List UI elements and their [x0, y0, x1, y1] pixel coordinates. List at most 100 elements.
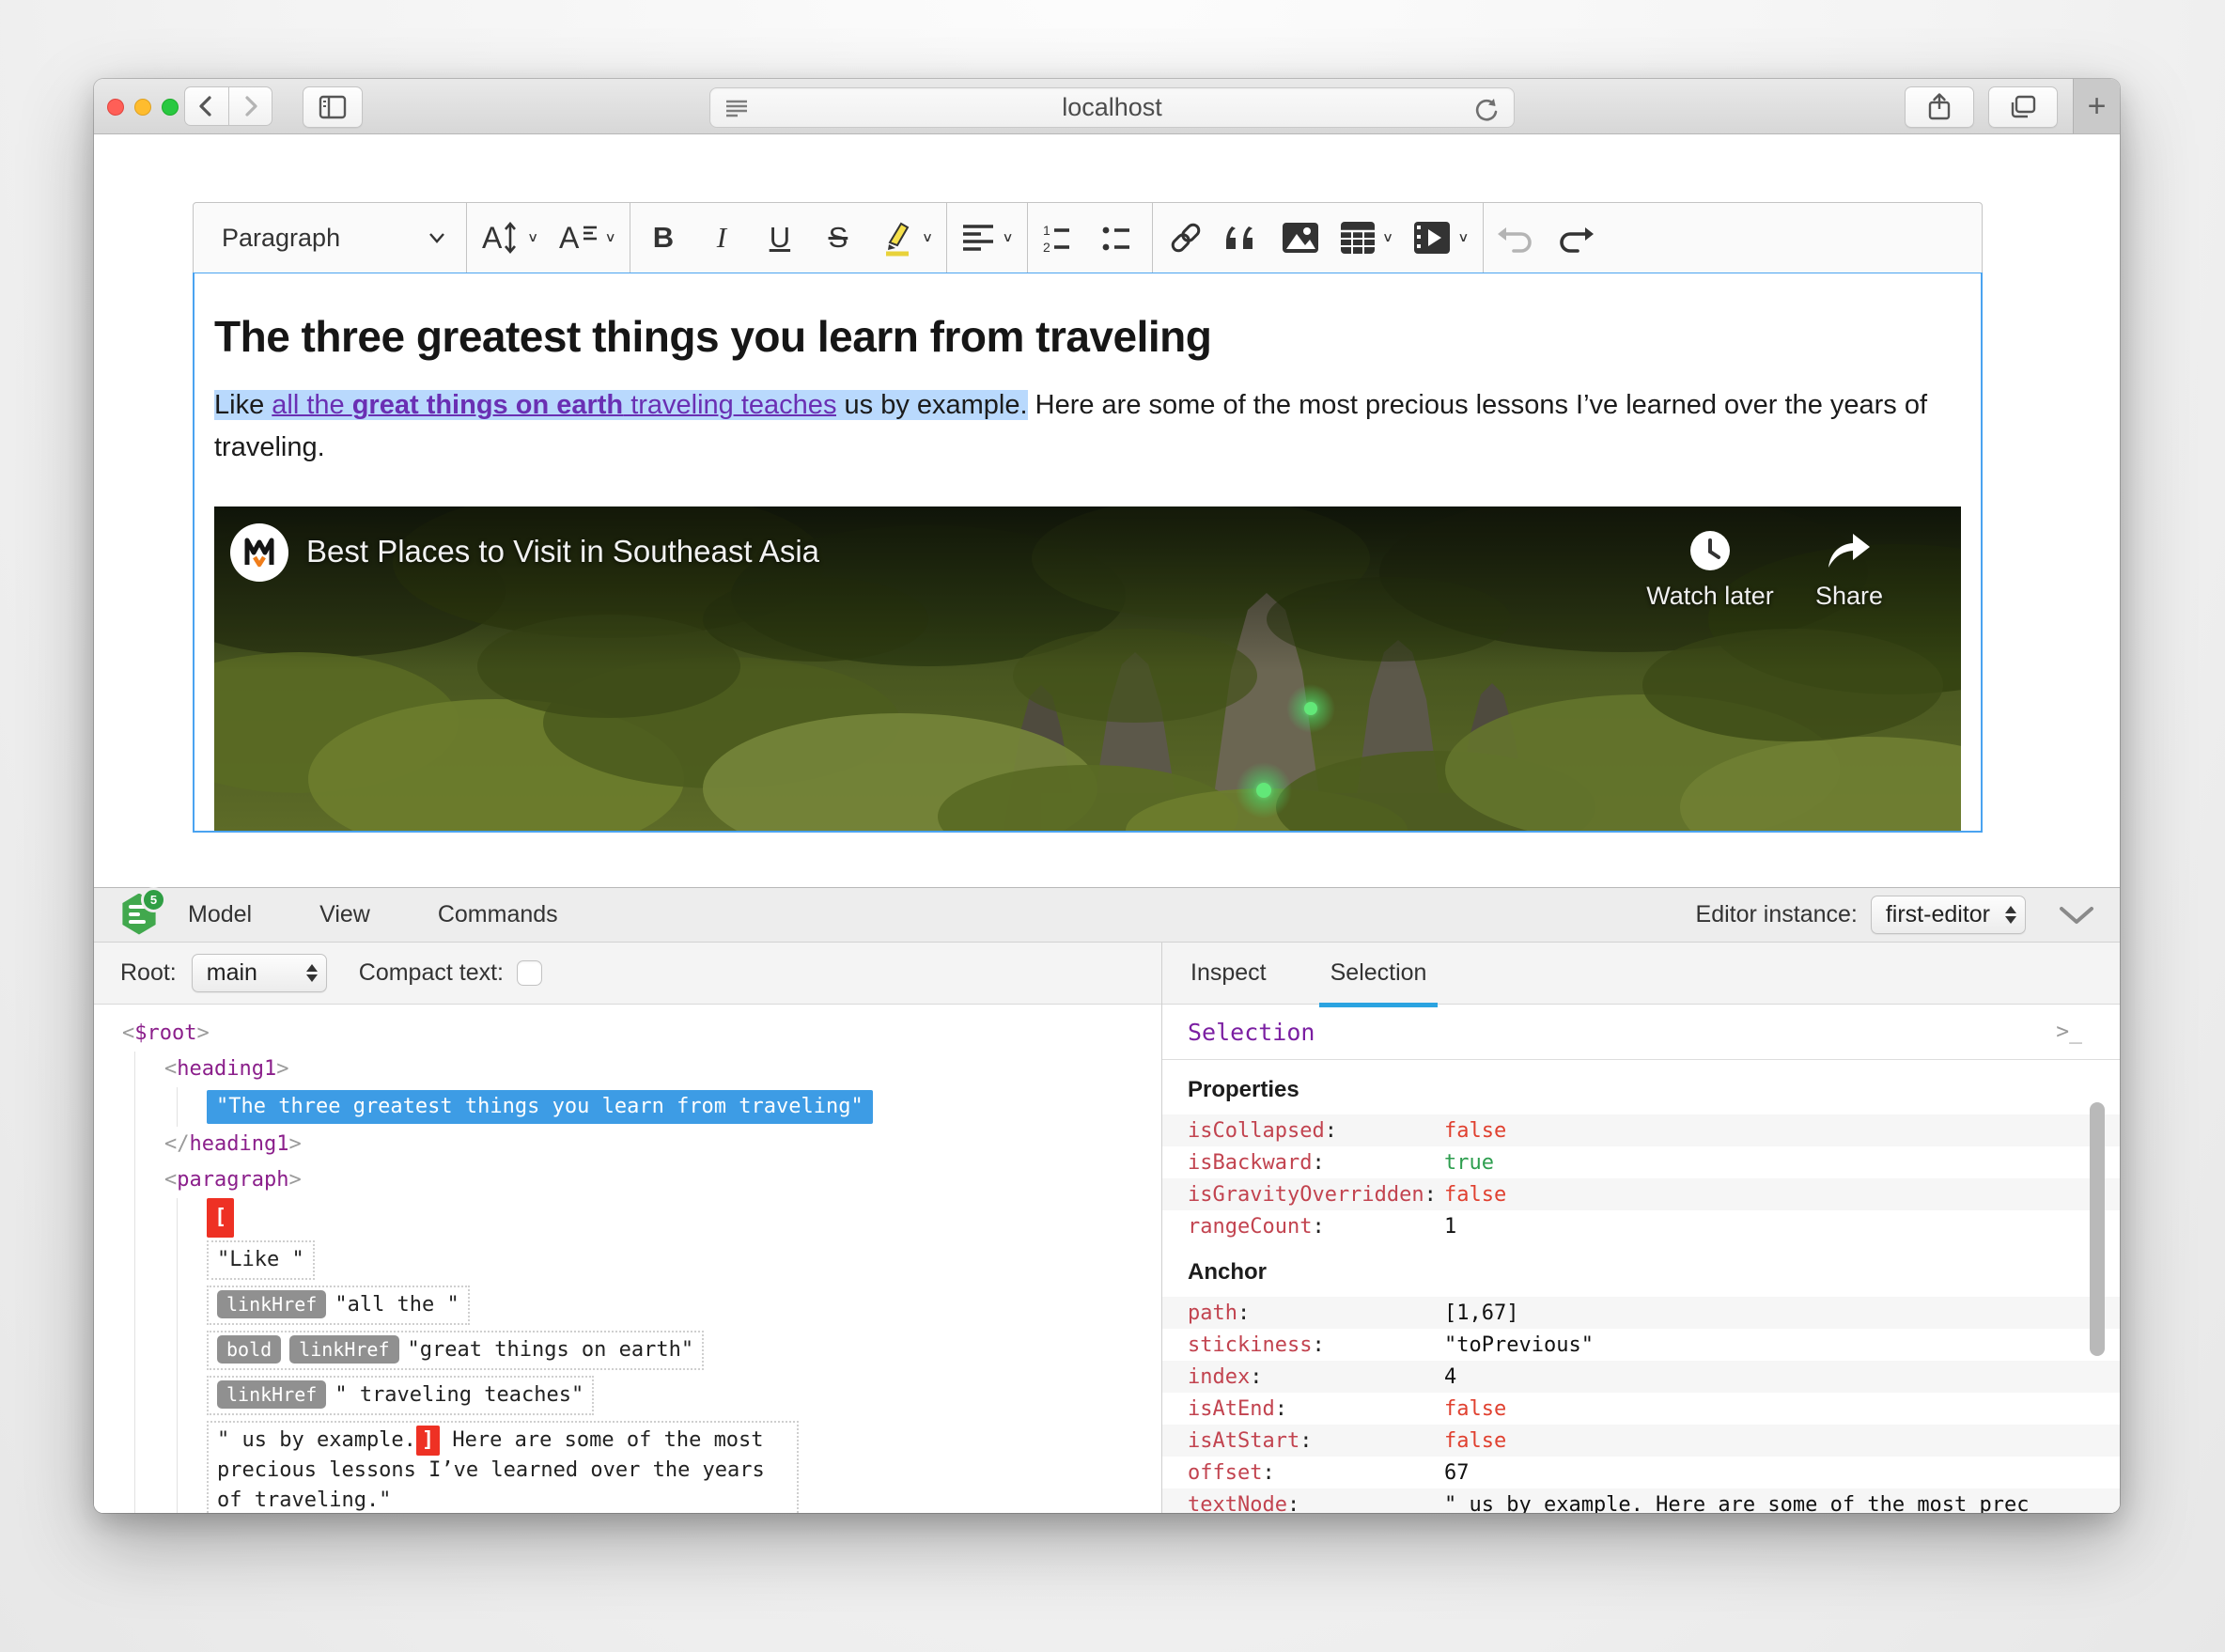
selected-tree-node[interactable]: "The three greatest things you learn fro… — [207, 1090, 873, 1124]
block-quote-button[interactable] — [1215, 210, 1271, 266]
paragraph-style-label: Paragraph — [222, 223, 341, 252]
link-traveling-teaches[interactable]: traveling teaches — [623, 390, 837, 420]
reader-icon[interactable] — [724, 96, 750, 120]
insert-media-button[interactable]: ∨ — [1403, 210, 1478, 266]
selection-pane: Inspect Selection Selection >_ Propertie… — [1162, 943, 2120, 1513]
font-family-button[interactable]: A ∨ — [548, 210, 625, 266]
browser-window: localhost + Paragraph A ∨ A ∨ B I U S ∨ … — [94, 79, 2120, 1513]
tree-node-heading1-text[interactable]: "The three greatest things you learn fro… — [207, 1087, 1161, 1127]
reload-icon[interactable] — [1472, 96, 1501, 124]
embedded-video[interactable]: Best Places to Visit in Southeast Asia W… — [214, 507, 1961, 831]
numbered-list-button[interactable]: 1 2 — [1032, 210, 1090, 266]
link-all-the[interactable]: all the — [272, 390, 352, 420]
video-share-button[interactable]: Share — [1774, 527, 1924, 611]
insert-table-button[interactable]: ∨ — [1330, 210, 1403, 266]
tab-selection[interactable]: Selection — [1318, 946, 1439, 1007]
log-to-console-icon[interactable]: >_ — [2056, 1020, 2082, 1044]
property-value: false — [1444, 1118, 1507, 1143]
svg-text:A: A — [559, 221, 580, 255]
tree-node-root-open[interactable]: <$root> — [122, 1016, 1161, 1052]
paragraph-style-dropdown[interactable]: Paragraph — [195, 210, 462, 266]
tabs-icon — [2011, 95, 2036, 118]
property-value: " us by example. Here are some of the mo… — [1444, 1492, 2030, 1514]
link-great-things[interactable]: great things on earth — [351, 390, 624, 420]
channel-avatar[interactable] — [230, 523, 288, 582]
channel-logo-icon — [244, 538, 274, 568]
bold-button[interactable]: B — [634, 210, 692, 266]
tree-node-heading1-open[interactable]: <heading1> — [164, 1052, 1161, 1087]
italic-button[interactable]: I — [692, 210, 751, 266]
font-size-icon: A — [482, 221, 516, 255]
root-label: Root: — [120, 959, 177, 986]
document-heading: The three greatest things you learn from… — [214, 312, 1212, 361]
editor-instance-select[interactable]: first-editor — [1870, 896, 2026, 934]
property-key: rangeCount: — [1188, 1214, 1325, 1239]
zoom-window-button[interactable] — [162, 99, 179, 116]
tab-commands[interactable]: Commands — [436, 888, 560, 942]
share-button[interactable] — [1905, 86, 1974, 128]
tab-model[interactable]: Model — [174, 888, 266, 947]
editor-instance-value: first-editor — [1885, 901, 1990, 927]
tree-node-paragraph-open[interactable]: <paragraph> — [164, 1162, 1161, 1198]
back-button[interactable] — [184, 86, 228, 126]
selection-panel: Selection >_ Properties isCollapsed: false… — [1162, 1005, 2120, 1513]
forward-button[interactable] — [227, 86, 272, 126]
bulleted-list-button[interactable] — [1090, 210, 1148, 266]
insert-image-button[interactable] — [1271, 210, 1330, 266]
address-bar[interactable]: localhost — [709, 87, 1515, 128]
font-size-button[interactable]: A ∨ — [471, 210, 548, 266]
property-row: offset: 67 — [1162, 1457, 2120, 1488]
minimize-window-button[interactable] — [134, 99, 151, 116]
compact-text-checkbox[interactable] — [517, 960, 542, 986]
editor-content-area[interactable]: The three greatest things you learn from… — [193, 273, 1983, 833]
chevron-down-icon: ∨ — [527, 230, 539, 245]
property-key: offset: — [1188, 1460, 1275, 1485]
sidebar-toggle-button[interactable] — [303, 86, 363, 128]
model-tree-pane: Root: main Compact text: <$root> <headin… — [94, 943, 1162, 1513]
redo-button[interactable] — [1546, 210, 1604, 266]
attribute-chip-bold: bold — [217, 1335, 282, 1364]
forward-icon — [245, 96, 257, 117]
version-badge: 5 — [141, 886, 166, 912]
underline-button[interactable]: U — [751, 210, 809, 266]
tree-node-text-like[interactable]: "Like " — [207, 1238, 1161, 1283]
link-button[interactable] — [1157, 210, 1215, 266]
tree-node-text-traveling-teaches[interactable]: linkHref " traveling teaches" — [207, 1373, 1161, 1418]
tree-node-heading1-close[interactable]: </heading1> — [164, 1127, 1161, 1162]
attribute-chip-linkhref: linkHref — [217, 1290, 327, 1318]
select-arrows-icon — [2005, 906, 2016, 924]
selection-pane-tabs: Inspect Selection — [1162, 943, 2120, 1007]
new-tab-plus: + — [2087, 87, 2107, 124]
select-arrows-icon — [305, 964, 318, 982]
browser-viewport: Paragraph A ∨ A ∨ B I U S ∨ ∨ 1 2 ∨ ∨ Th… — [94, 134, 2120, 1513]
chevron-down-icon: ∨ — [1457, 230, 1470, 245]
undo-button[interactable] — [1487, 210, 1546, 266]
close-window-button[interactable] — [107, 99, 124, 116]
watch-later-button[interactable]: Watch later — [1635, 527, 1785, 611]
video-share-label: Share — [1814, 582, 1884, 610]
strikethrough-button[interactable]: S — [809, 210, 867, 266]
property-key: stickiness: — [1188, 1333, 1325, 1357]
tree-node-text-all-the[interactable]: linkHref "all the " — [207, 1283, 1161, 1328]
tree-node-text-us-by-example[interactable]: " us by example.] Here are some of the m… — [207, 1418, 1161, 1513]
traffic-lights — [107, 99, 179, 116]
editor-instance-label: Editor instance: — [1695, 901, 1858, 927]
media-embed-icon — [1414, 222, 1451, 254]
property-value: [1,67] — [1444, 1301, 1519, 1325]
attribute-chip-linkhref: linkHref — [289, 1335, 399, 1364]
highlight-button[interactable]: ∨ — [867, 210, 942, 266]
tab-view[interactable]: View — [318, 888, 372, 942]
section-header: Properties — [1188, 1077, 1299, 1102]
tab-inspect[interactable]: Inspect — [1189, 946, 1268, 1000]
quote-icon — [1225, 226, 1253, 249]
tab-overview-button[interactable] — [1988, 86, 2058, 128]
scrollbar-thumb[interactable] — [2090, 1102, 2105, 1356]
tree-node-text-great-things[interactable]: bold linkHref "great things on earth" — [207, 1328, 1161, 1373]
new-tab-button[interactable]: + — [2073, 79, 2120, 133]
chevron-down-icon: ∨ — [1002, 230, 1014, 245]
text-alignment-button[interactable]: ∨ — [951, 210, 1022, 266]
video-title[interactable]: Best Places to Visit in Southeast Asia — [306, 534, 819, 569]
root-select[interactable]: main — [191, 954, 327, 992]
document-paragraph: Like all the great things on earth trave… — [214, 384, 1961, 469]
collapse-inspector-chevron-icon[interactable] — [2058, 905, 2095, 926]
